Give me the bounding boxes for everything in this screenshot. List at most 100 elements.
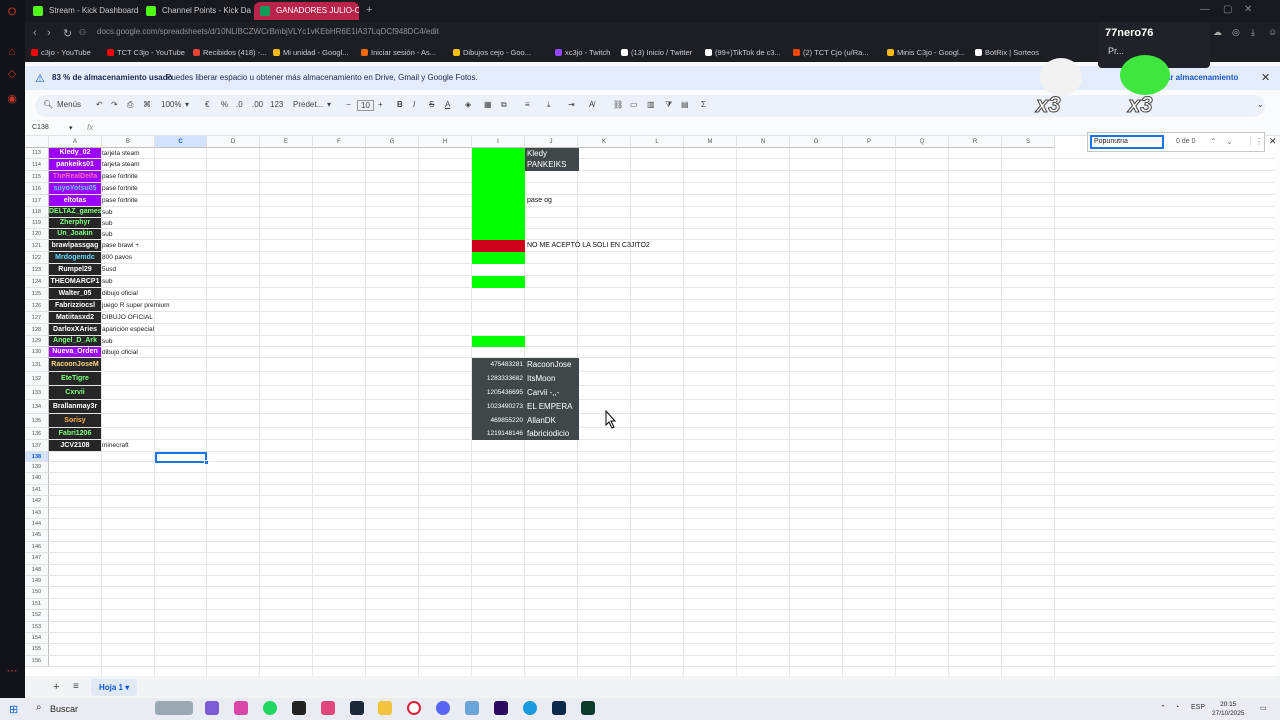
column-header[interactable]: L (631, 136, 684, 148)
player-name-cell[interactable]: Walter_05 (49, 288, 101, 299)
status-color-cell[interactable] (472, 240, 525, 252)
spotify-icon[interactable] (263, 701, 277, 715)
row-header[interactable]: 141 (25, 484, 49, 497)
messenger-icon[interactable]: ◉ (6, 93, 18, 105)
security-icon[interactable]: ⚇ (79, 28, 86, 37)
row-header[interactable]: 117 (25, 195, 49, 207)
player-name-cell[interactable]: Matiitasxd2 (49, 312, 101, 323)
merge-cells-icon[interactable]: ⧉ (501, 100, 507, 110)
row-header[interactable]: 121 (25, 240, 49, 252)
prize-cell[interactable]: aparición especial (102, 324, 154, 336)
minimize-icon[interactable]: — (1200, 4, 1210, 15)
prize-cell[interactable]: dibujo oficial (102, 347, 138, 358)
reload-icon[interactable]: ↻ (63, 27, 72, 40)
prize-cell[interactable]: sub (102, 218, 112, 229)
borders-icon[interactable]: ▦ (484, 100, 492, 109)
app-icon[interactable] (321, 701, 335, 715)
find-input[interactable]: Popunutria (1090, 135, 1164, 149)
search-icon[interactable]: 🔍︎ (43, 100, 53, 109)
status-color-cell[interactable] (472, 195, 525, 207)
column-header[interactable]: F (313, 136, 366, 148)
status-color-cell[interactable] (472, 336, 525, 347)
row-header[interactable]: 153 (25, 621, 49, 633)
row-header[interactable]: 123 (25, 264, 49, 276)
row-header[interactable]: 118 (25, 207, 49, 218)
player-name-cell[interactable]: Nueva_Orden (49, 347, 101, 357)
network-icon[interactable]: ◔ (1175, 704, 1179, 711)
close-find-icon[interactable]: ✕ (1269, 136, 1277, 147)
file-explorer-icon[interactable] (378, 701, 392, 715)
sheet-tab-hoja1[interactable]: Hoja 1 ▾ (91, 679, 138, 696)
player-name-cell[interactable]: Rumpel29 (49, 264, 101, 275)
player-name-cell[interactable]: Zherphyr (49, 218, 101, 228)
player-name-cell[interactable]: Brallanmay3r (49, 400, 101, 413)
prize-cell[interactable]: pase fortnite (102, 183, 138, 195)
vertical-align-icon[interactable]: ⤓ (547, 100, 551, 110)
status-color-cell[interactable] (472, 207, 525, 218)
bookmark-item[interactable]: c3jo - YouTube (31, 48, 91, 57)
column-header[interactable]: S (1002, 136, 1055, 148)
forward-icon[interactable]: › (47, 27, 51, 39)
row-header[interactable]: 150 (25, 587, 49, 599)
bookmark-item[interactable]: Mi unidad - Googl... (273, 48, 348, 57)
column-header[interactable]: P (843, 136, 896, 148)
edge-icon[interactable] (523, 701, 537, 715)
row-header[interactable]: 116 (25, 183, 49, 195)
row-header[interactable]: 128 (25, 324, 49, 336)
player-name-cell[interactable]: Cxrvii (49, 386, 101, 399)
prize-cell[interactable]: DIBUJO OFICIAL (102, 312, 153, 324)
user-id-cell[interactable]: 1283333682 (472, 372, 523, 386)
find-next-icon[interactable]: ⌄ (1226, 137, 1233, 146)
status-color-cell[interactable] (472, 276, 525, 288)
column-header[interactable]: Q (896, 136, 949, 148)
player-name-cell[interactable]: pankeiks01 (49, 159, 101, 170)
row-header[interactable]: 149 (25, 576, 49, 588)
row-header[interactable]: 147 (25, 553, 49, 565)
notifications-icon[interactable]: ▭ (1260, 704, 1267, 712)
column-header[interactable]: E (260, 136, 313, 148)
player-name-cell[interactable]: Fabri1206 (49, 428, 101, 439)
fill-color-icon[interactable]: ◈ (465, 100, 471, 109)
add-sheet-icon[interactable]: + (53, 681, 59, 693)
status-color-cell[interactable] (472, 183, 525, 195)
menus-button[interactable]: Menús (57, 100, 81, 109)
player-name-cell[interactable]: Mrdogemdc (49, 252, 101, 263)
chart-icon[interactable]: ▥ (647, 100, 655, 109)
text-color-icon[interactable]: A (445, 100, 450, 109)
row-header[interactable]: 151 (25, 598, 49, 611)
column-header[interactable]: H (419, 136, 472, 148)
column-header[interactable]: G (366, 136, 419, 148)
link-icon[interactable]: ⛓ (613, 100, 623, 109)
filter-views-icon[interactable]: ▤ (681, 100, 689, 109)
downloads-icon[interactable]: ⤓ (1251, 27, 1255, 38)
user-id-cell[interactable]: 469855220 (472, 414, 523, 428)
column-header[interactable]: N (737, 136, 790, 148)
premiere-icon[interactable] (494, 701, 508, 715)
row-header[interactable]: 138 (25, 452, 49, 462)
row-header[interactable]: 154 (25, 633, 49, 645)
prize-cell[interactable]: 5usd (102, 264, 116, 276)
status-color-cell[interactable] (472, 159, 525, 171)
column-header[interactable]: O (790, 136, 843, 148)
status-color-cell[interactable] (472, 218, 525, 229)
row-header[interactable]: 119 (25, 218, 49, 229)
user-name-cell[interactable]: Carvii -,,- (527, 386, 579, 400)
undo-icon[interactable]: ↶ (96, 100, 103, 109)
note-cell[interactable]: pase og (527, 195, 552, 207)
taskbar-search[interactable]: Buscar (30, 701, 150, 717)
windows-start-icon[interactable]: ⊞ (9, 703, 18, 716)
font-size-field[interactable]: 10 (357, 100, 374, 111)
status-color-cell[interactable] (472, 229, 525, 240)
bookmark-item[interactable]: TCT C3jo - YouTube (107, 48, 185, 57)
paint-format-icon[interactable]: ⌘ (143, 100, 151, 109)
prize-cell[interactable]: pase brawl + (102, 240, 139, 252)
opera-logo-icon[interactable]: O (6, 6, 18, 18)
find-previous-icon[interactable]: ⌃ (1210, 137, 1217, 146)
align-left-icon[interactable]: ≡ (525, 100, 530, 109)
prize-cell[interactable]: dibujo oficial (102, 288, 138, 300)
strikethrough-icon[interactable]: S (429, 100, 434, 109)
player-name-cell[interactable]: suyoYotsu05 (49, 183, 101, 194)
collapse-toolbar-icon[interactable]: ⌄ (1257, 100, 1264, 109)
column-header[interactable]: C (155, 136, 207, 148)
row-header[interactable]: 130 (25, 347, 49, 358)
